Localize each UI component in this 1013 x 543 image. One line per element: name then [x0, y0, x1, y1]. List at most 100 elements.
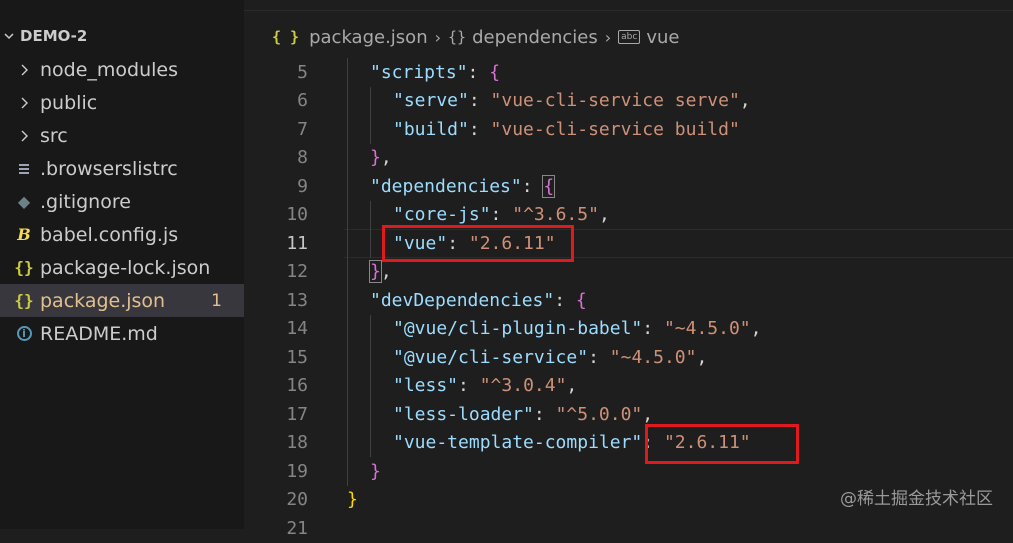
tree-item-package-json[interactable]: {} package.json 1	[0, 284, 244, 317]
code-line: 8 },	[244, 143, 1013, 172]
indent-guide	[370, 115, 371, 144]
indent-guide	[370, 314, 371, 343]
line-number: 18	[286, 432, 308, 454]
line-number: 6	[297, 90, 308, 112]
code-line: 17 "less-loader": "^5.0.0",	[244, 400, 1013, 429]
babel-icon: B	[17, 225, 31, 244]
indent-guide	[370, 229, 371, 258]
code-text: "scripts": {	[370, 61, 501, 83]
line-number: 19	[286, 460, 308, 482]
indent-guide	[370, 371, 371, 400]
breadcrumb: { } package.json › {} dependencies › abc…	[272, 24, 679, 50]
code-text: "build": "vue-cli-service build"	[393, 118, 740, 140]
line-number: 20	[286, 489, 308, 511]
line-number: 13	[286, 289, 308, 311]
code-line: 5 "scripts": {	[244, 58, 1013, 87]
line-number: 8	[297, 147, 308, 169]
indent-guide	[347, 143, 348, 172]
file-tree: node_modules public src .browserslistrc …	[0, 53, 244, 350]
tree-item-src[interactable]: src	[0, 119, 244, 152]
line-number: 7	[297, 118, 308, 140]
code-text: }	[370, 460, 381, 482]
tree-item-label: public	[40, 91, 98, 114]
json-braces-icon: {}	[14, 258, 34, 277]
chevron-right-icon: ›	[434, 27, 442, 47]
line-number: 9	[297, 175, 308, 197]
tree-item-label: node_modules	[40, 58, 179, 81]
chevron-right-icon: ›	[604, 27, 612, 47]
tree-item-gitignore[interactable]: ◆ .gitignore	[0, 185, 244, 218]
tree-item-public[interactable]: public	[0, 86, 244, 119]
indent-guide	[370, 343, 371, 372]
code-text: "@vue/cli-plugin-babel": "~4.5.0",	[393, 318, 762, 340]
object-braces-icon: {}	[448, 28, 467, 46]
indent-guide	[370, 86, 371, 115]
code-text: "less": "^3.0.4",	[393, 375, 578, 397]
chevron-right-icon	[16, 129, 32, 143]
code-line: 16 "less": "^3.0.4",	[244, 371, 1013, 400]
indent-guide	[347, 400, 348, 429]
code-line: 18 "vue-template-compiler": "2.6.11"	[244, 428, 1013, 457]
indent-guide	[347, 229, 348, 258]
indent-guide	[347, 428, 348, 457]
code-line: 13 "devDependencies": {	[244, 286, 1013, 315]
code-text: }	[347, 489, 358, 511]
code-line: 9 "dependencies": {	[244, 172, 1013, 201]
tree-item-label: package-lock.json	[40, 256, 211, 279]
info-icon: i	[16, 326, 32, 341]
code-text: "core-js": "^3.6.5",	[393, 204, 610, 226]
indent-guide	[370, 200, 371, 229]
breadcrumb-object[interactable]: dependencies	[472, 27, 598, 48]
json-braces-icon: {}	[14, 291, 34, 310]
project-folder-header[interactable]: DEMO-2	[0, 24, 244, 48]
code-text: "devDependencies": {	[370, 289, 587, 311]
breadcrumb-key[interactable]: vue	[646, 27, 679, 48]
indent-guide	[347, 200, 348, 229]
indent-guide	[370, 400, 371, 429]
indent-guide	[347, 371, 348, 400]
line-number: 15	[286, 346, 308, 368]
git-diamond-icon: ◆	[17, 192, 31, 211]
line-number: 14	[286, 318, 308, 340]
tree-item-label: README.md	[40, 322, 158, 345]
chevron-right-icon	[16, 96, 32, 110]
line-number: 12	[286, 261, 308, 283]
indent-guide	[347, 257, 348, 286]
sidebar-top-clipped-row	[0, 0, 270, 6]
code-line: 10 "core-js": "^3.6.5",	[244, 200, 1013, 229]
line-number: 5	[297, 61, 308, 83]
json-braces-icon: { }	[272, 28, 300, 46]
code-text: "dependencies": {	[370, 174, 556, 198]
tree-item-node-modules[interactable]: node_modules	[0, 53, 244, 86]
breadcrumb-file[interactable]: package.json	[309, 27, 428, 48]
code-line: 21	[244, 514, 1013, 543]
tree-item-label: package.json	[40, 289, 166, 312]
tree-item-label: .gitignore	[40, 190, 131, 213]
tree-item-package-lock[interactable]: {} package-lock.json	[0, 251, 244, 284]
indent-guide	[347, 314, 348, 343]
indent-guide	[370, 428, 371, 457]
indent-guide	[347, 343, 348, 372]
code-editor[interactable]: 5 "scripts": { 6 "serve": "vue-cli-servi…	[244, 58, 1013, 543]
code-line: 14 "@vue/cli-plugin-babel": "~4.5.0",	[244, 314, 1013, 343]
chevron-right-icon	[16, 63, 32, 77]
indent-guide	[347, 172, 348, 201]
code-line: 19 }	[244, 457, 1013, 486]
line-number: 10	[286, 204, 308, 226]
line-number: 21	[286, 517, 308, 539]
editor-pane: { } package.json › {} dependencies › abc…	[244, 0, 1013, 539]
line-number: 16	[286, 375, 308, 397]
code-text: "@vue/cli-service": "~4.5.0",	[393, 346, 708, 368]
indent-guide	[347, 86, 348, 115]
code-text: },	[370, 147, 392, 169]
tree-item-babel-config[interactable]: B babel.config.js	[0, 218, 244, 251]
project-name: DEMO-2	[20, 27, 88, 45]
tree-item-readme[interactable]: i README.md	[0, 317, 244, 350]
tree-item-label: babel.config.js	[40, 223, 179, 246]
tree-item-browserslistrc[interactable]: .browserslistrc	[0, 152, 244, 185]
line-number: 11	[286, 232, 308, 254]
line-number: 17	[286, 403, 308, 425]
lines-file-icon	[16, 163, 32, 174]
code-text: },	[369, 260, 392, 284]
code-text: "less-loader": "^5.0.0",	[393, 403, 654, 425]
